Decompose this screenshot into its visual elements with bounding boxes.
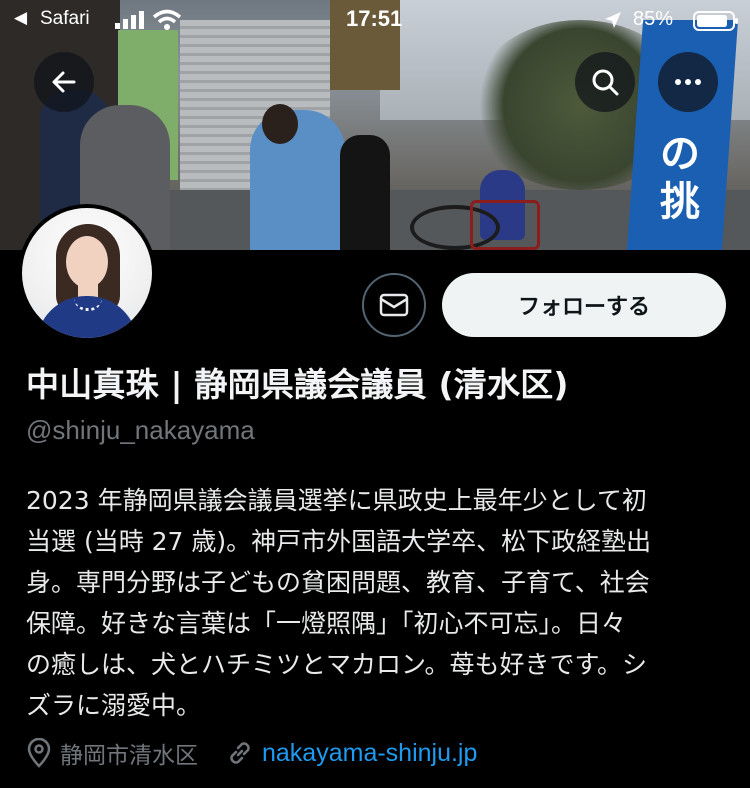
bio-line: 保障。好きな言葉は「一燈照隅」「初心不可忘」。日々 (26, 609, 627, 638)
bio-line: 2023 年静岡県議会議員選挙に県政史上最年少として初 (26, 486, 647, 515)
profile-meta: 静岡市清水区 nakayama-shinju.jp (26, 736, 477, 770)
banner-person (340, 135, 390, 250)
back-arrow-icon (52, 71, 76, 93)
status-bar: ◀ Safari 17:51 85% (0, 0, 750, 40)
profile-name: 中山真珠 | 静岡県議会議員 (清水区) (26, 365, 569, 404)
signal-icon (115, 11, 144, 29)
battery-icon (693, 11, 738, 31)
location-pin-icon (27, 738, 51, 768)
profile-handle: @shinju_nakayama (26, 415, 255, 445)
link-icon (230, 742, 250, 764)
clock: 17:51 (346, 6, 403, 31)
profile-location: 静岡市清水区 (60, 743, 198, 769)
banner-flag-text: の挑 (660, 131, 700, 225)
bio-line: の癒しは、犬とハチミツとマカロン。苺も好きです。シ (26, 650, 648, 679)
search-icon (592, 69, 619, 96)
avatar-face (66, 236, 108, 288)
more-button[interactable] (658, 52, 718, 112)
profile-bio: 2023 年静岡県議会議員選挙に県政史上最年少として初 当選 (当時 27 歳)… (26, 480, 726, 726)
more-icon (675, 79, 701, 85)
banner-bicycle-basket (470, 200, 540, 250)
avatar-photo (22, 208, 152, 338)
follow-button[interactable]: フォローする (442, 273, 726, 337)
location-arrow-icon (605, 12, 621, 28)
message-button[interactable] (362, 273, 426, 337)
wifi-icon (152, 9, 182, 30)
bio-line: 身。専門分野は子どもの貧困問題、教育、子育て、社会 (26, 568, 650, 597)
mail-icon (379, 293, 409, 317)
search-button[interactable] (575, 52, 635, 112)
avatar[interactable] (18, 204, 156, 342)
back-to-app-icon[interactable]: ◀ (14, 8, 27, 28)
banner-person-head (262, 104, 298, 144)
bio-line: ズラに溺愛中。 (26, 691, 202, 720)
profile-website-link[interactable]: nakayama-shinju.jp (262, 739, 477, 768)
back-app-label[interactable]: Safari (40, 8, 90, 30)
back-button[interactable] (34, 52, 94, 112)
battery-percent: 85% (633, 8, 674, 30)
bio-line: 当選 (当時 27 歳)。神戸市外国語大学卒、松下政経塾出 (26, 527, 652, 556)
